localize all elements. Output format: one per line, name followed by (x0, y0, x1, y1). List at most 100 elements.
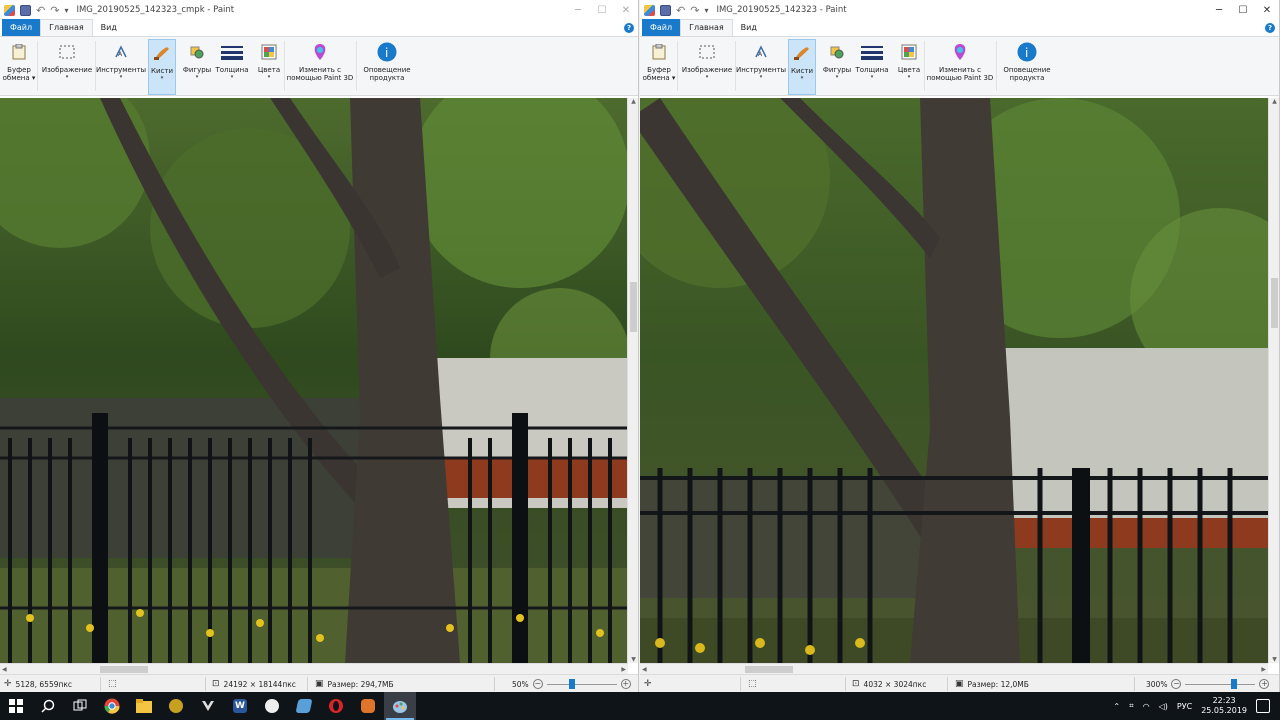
ribbon-label: Инструменты (735, 66, 787, 74)
brush-icon (791, 42, 813, 64)
start-icon[interactable] (0, 692, 32, 720)
app-icon[interactable] (192, 692, 224, 720)
vertical-scrollbar[interactable]: ▲ ▼ (1268, 98, 1279, 663)
svg-text:i: i (1025, 46, 1028, 60)
caret: ▾ (267, 74, 271, 80)
redo-icon[interactable]: ↷ (690, 5, 699, 16)
zoom-level: 300% (1146, 679, 1168, 689)
scroll-thumb[interactable] (630, 282, 637, 332)
title-bar[interactable]: ↶ ↷ ▾ IMG_20190525_142323 - Paint ─ ☐ ✕ (640, 0, 1279, 20)
clock[interactable]: 22:23 25.05.2019 (1201, 696, 1247, 716)
volume-icon[interactable]: ◁) (1159, 702, 1168, 711)
selection-icon: ⬚ (108, 679, 117, 689)
help-icon[interactable]: ? (1265, 23, 1275, 33)
image-canvas[interactable] (640, 98, 1268, 663)
paint-app-icon[interactable] (4, 4, 15, 16)
zoom-slider[interactable] (546, 678, 617, 690)
undo-icon[interactable]: ↶ (36, 5, 45, 16)
ribbon-thickness[interactable]: Толщина ▾ (854, 39, 890, 95)
maximize-button[interactable]: ☐ (1231, 0, 1255, 20)
language-indicator[interactable]: РУС (1177, 702, 1192, 711)
app-icon[interactable] (288, 692, 320, 720)
close-button[interactable]: ✕ (1255, 0, 1279, 20)
chevron-up-icon[interactable]: ⌃ (1113, 702, 1120, 711)
save-icon[interactable] (20, 4, 31, 16)
word-icon[interactable]: W (224, 692, 256, 720)
caret: ▾ (705, 74, 709, 80)
opera-icon[interactable] (320, 692, 352, 720)
zoom-out-button[interactable]: − (532, 679, 543, 689)
ribbon-brushes[interactable]: Кисти ▾ (788, 39, 816, 95)
scroll-up-icon[interactable]: ▲ (628, 98, 638, 105)
customize-toolbar-icon[interactable]: ▾ (704, 6, 708, 15)
ribbon-paint3d[interactable]: Изменить с помощью Paint 3D (926, 39, 994, 95)
app-icon[interactable] (352, 692, 384, 720)
zoom-slider-thumb[interactable] (1231, 679, 1238, 689)
disk-icon: ▣ (315, 679, 324, 689)
title-bar[interactable]: ↶ ↷ ▾ IMG_20190525_142323_cmpk - Paint ─… (0, 0, 638, 20)
ribbon-colors[interactable]: Цвета ▾ (255, 39, 283, 95)
zoom-slider-thumb[interactable] (568, 679, 575, 689)
customize-toolbar-icon[interactable]: ▾ (64, 6, 68, 15)
ribbon-notification[interactable]: i Оповещение продукта (1000, 39, 1054, 95)
ribbon-brushes[interactable]: Кисти ▾ (148, 39, 176, 95)
wifi-icon[interactable]: ◠ (1143, 702, 1150, 711)
image-canvas[interactable] (0, 98, 628, 663)
close-button[interactable]: ✕ (614, 0, 638, 20)
maximize-button[interactable]: ☐ (590, 0, 614, 20)
tab-view[interactable]: Вид (93, 20, 125, 36)
ribbon-shapes[interactable]: Фигуры ▾ (181, 39, 213, 95)
undo-icon[interactable]: ↶ (676, 5, 685, 16)
scroll-thumb[interactable] (100, 666, 148, 673)
zoom-in-button[interactable]: + (1259, 679, 1270, 689)
ribbon-label: Изменить с помощью Paint 3D (926, 66, 994, 82)
paint-icon[interactable] (384, 692, 416, 720)
tab-view[interactable]: Вид (733, 20, 765, 36)
tab-file[interactable]: Файл (2, 19, 41, 36)
ribbon-clipboard[interactable]: Буфер обмена ▾ (3, 39, 35, 95)
chrome-icon[interactable] (96, 692, 128, 720)
tab-home[interactable]: Главная (680, 19, 733, 36)
minimize-button[interactable]: ─ (566, 0, 590, 20)
scroll-up-icon[interactable]: ▲ (1269, 98, 1279, 105)
ribbon-tools[interactable]: A Инструменты ▾ (96, 39, 146, 95)
ribbon-separator (356, 41, 357, 91)
image-dimensions: ⊡ 24192 × 18144пкс (212, 679, 296, 689)
tab-home[interactable]: Главная (40, 19, 93, 36)
minimize-button[interactable]: ─ (1207, 0, 1231, 20)
desktop: ↶ ↷ ▾ IMG_20190525_142323_cmpk - Paint ─… (0, 0, 1280, 720)
ribbon-clipboard[interactable]: Буфер обмена ▾ (643, 39, 675, 95)
ribbon-thickness[interactable]: Толщина ▾ (214, 39, 250, 95)
zoom-in-button[interactable]: + (620, 679, 631, 689)
vertical-scrollbar[interactable]: ▲ ▼ (627, 98, 638, 663)
tab-file[interactable]: Файл (642, 19, 681, 36)
horizontal-scrollbar[interactable]: ◀ ▶ (640, 663, 1268, 674)
notification-center-icon[interactable] (1256, 699, 1270, 713)
ribbon-tools[interactable]: A Инструменты ▾ (736, 39, 786, 95)
network-icon[interactable]: ⌗ (1129, 701, 1134, 711)
save-icon[interactable] (660, 4, 671, 16)
scroll-down-icon[interactable]: ▼ (1269, 656, 1279, 663)
ribbon-notification[interactable]: i Оповещение продукта (360, 39, 414, 95)
horizontal-scrollbar[interactable]: ◀ ▶ (0, 663, 628, 674)
scroll-thumb[interactable] (745, 666, 793, 673)
app-icon[interactable] (160, 692, 192, 720)
help-icon[interactable]: ? (624, 23, 634, 33)
ribbon-image[interactable]: Изображение ▾ (680, 39, 734, 95)
redo-icon[interactable]: ↷ (50, 5, 59, 16)
search-icon[interactable] (32, 692, 64, 720)
zoom-out-button[interactable]: − (1171, 679, 1182, 689)
scroll-down-icon[interactable]: ▼ (628, 656, 638, 663)
app-icon[interactable] (256, 692, 288, 720)
zoom-slider[interactable] (1185, 678, 1256, 690)
file-explorer-icon[interactable] (128, 692, 160, 720)
palette-icon (898, 41, 920, 63)
task-view-icon[interactable] (64, 692, 96, 720)
ribbon-shapes[interactable]: Фигуры ▾ (821, 39, 853, 95)
ribbon-colors[interactable]: Цвета ▾ (895, 39, 923, 95)
ribbon-image[interactable]: Изображение ▾ (40, 39, 94, 95)
paint-app-icon[interactable] (644, 4, 655, 16)
ribbon-paint3d[interactable]: Изменить с помощью Paint 3D (286, 39, 354, 95)
quick-access-toolbar: ↶ ↷ ▾ (640, 4, 708, 16)
scroll-thumb[interactable] (1271, 278, 1278, 328)
